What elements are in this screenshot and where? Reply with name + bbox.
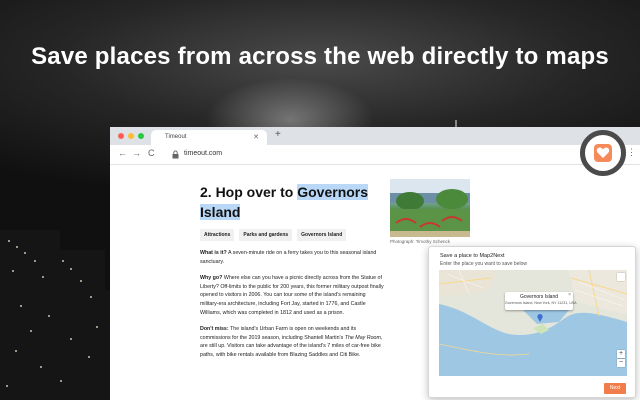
- article-title: 2. Hop over to Governors Island: [200, 182, 390, 222]
- paragraph-italic: The May Room: [344, 334, 381, 341]
- place-address: Governors Island, New York, NY 11231, US…: [505, 301, 577, 305]
- back-arrow-icon[interactable]: ←: [118, 148, 127, 158]
- popup-subtitle: Enter the place you want to save below: [440, 261, 527, 267]
- paragraph-text: Where else can you have a picnic directl…: [200, 275, 384, 316]
- article: 2. Hop over to Governors Island Attractio…: [200, 182, 390, 360]
- paragraph-what-is-it: What is it? A seven-minute ride on a fer…: [200, 249, 385, 266]
- save-place-popup: Save a place to Map2Next Enter the place…: [428, 246, 636, 398]
- lock-icon: [172, 150, 179, 159]
- maximize-window-button[interactable]: [138, 133, 144, 139]
- paragraph-label: Why go?: [200, 275, 223, 282]
- reload-icon[interactable]: C: [148, 148, 155, 158]
- title-prefix: 2. Hop over to: [200, 184, 298, 200]
- zoom-in-button[interactable]: +: [617, 350, 625, 358]
- article-photo: [390, 179, 470, 237]
- tab-strip: Timeout ✕ +: [110, 127, 640, 145]
- paragraph-dont-miss: Don't miss: The island's Urban Farm is o…: [200, 325, 385, 359]
- paragraph-label: What is it?: [200, 250, 227, 256]
- heart-icon[interactable]: [594, 144, 612, 162]
- tag-list: Attractions Parks and gardens Governors …: [200, 229, 390, 241]
- photo-caption: Photograph: Timothy Schenck: [390, 239, 451, 244]
- extension-highlight-ring: [580, 130, 626, 176]
- minimize-window-button[interactable]: [128, 133, 134, 139]
- zoom-out-button[interactable]: −: [617, 359, 625, 367]
- address-bar[interactable]: timeout.com: [184, 150, 222, 157]
- tag-parks-and-gardens[interactable]: Parks and gardens: [239, 229, 293, 241]
- fullscreen-icon[interactable]: [617, 273, 625, 281]
- close-icon[interactable]: ×: [568, 292, 571, 298]
- place-name: Governors Island: [519, 294, 559, 300]
- title-highlight: Governors: [297, 184, 369, 200]
- paragraph-label: Don't miss:: [200, 326, 229, 333]
- paragraph-why-go: Why go? Where else can you have a picnic…: [200, 274, 385, 317]
- popup-title: Save a place to Map2Next: [440, 253, 505, 259]
- tag-governors-island[interactable]: Governors Island: [297, 229, 347, 241]
- close-window-button[interactable]: [118, 133, 124, 139]
- map-pin-icon: [537, 314, 543, 322]
- map-info-window: Governors Island Governors Island, New Y…: [505, 292, 577, 310]
- tab-title: Timeout: [165, 134, 187, 140]
- map-tiles: [439, 270, 627, 376]
- title-highlight: Island: [200, 204, 241, 220]
- tab-timeout[interactable]: Timeout ✕: [151, 130, 267, 145]
- paragraph-text: A seven-minute ride on a ferry takes you…: [200, 250, 377, 265]
- map-view[interactable]: Governors Island Governors Island, New Y…: [439, 270, 627, 376]
- browser-menu-icon[interactable]: ⋮: [627, 147, 636, 158]
- new-tab-button[interactable]: +: [275, 129, 281, 140]
- browser-toolbar: ← → C timeout.com ☆ ⋮: [110, 145, 640, 165]
- next-button[interactable]: Next: [604, 383, 626, 394]
- headline: Save places from across the web directly…: [31, 43, 609, 70]
- tab-close-icon[interactable]: ✕: [253, 133, 259, 141]
- tag-attractions[interactable]: Attractions: [200, 229, 235, 241]
- forward-arrow-icon[interactable]: →: [132, 148, 141, 158]
